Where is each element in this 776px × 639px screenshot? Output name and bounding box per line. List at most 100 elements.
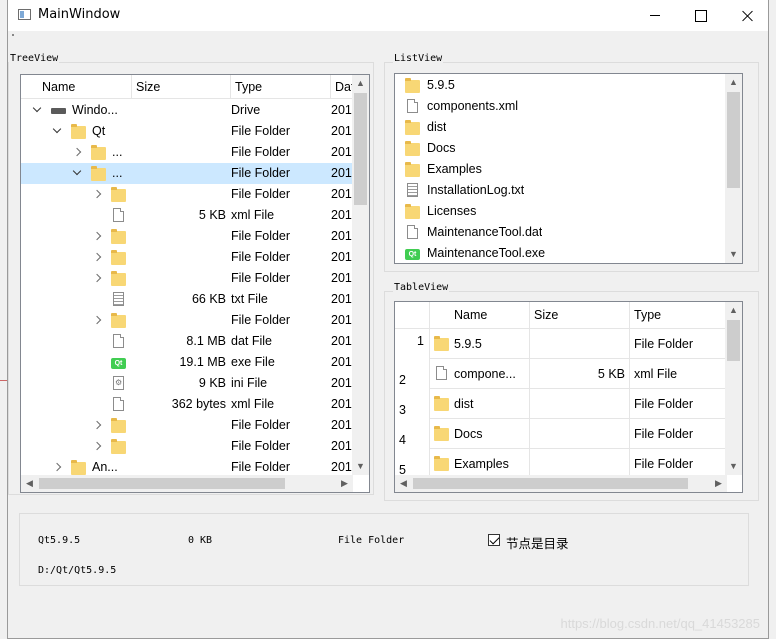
settings-file-icon xyxy=(113,376,124,390)
chevron-right-icon[interactable] xyxy=(91,415,103,436)
table-column-type[interactable]: Type xyxy=(630,302,727,329)
tree-view[interactable]: Name Size Type Date Windo... Drive 2019, Qt… xyxy=(20,74,370,493)
scroll-left-arrow-icon[interactable]: ◀ xyxy=(21,475,38,492)
tree-row[interactable]: File Folder 2018, xyxy=(21,436,361,457)
table-cell-name[interactable]: Docs xyxy=(430,419,530,449)
chevron-right-icon[interactable] xyxy=(71,142,83,163)
tree-row[interactable]: 9 KBini File2018, xyxy=(21,373,361,394)
tree-row[interactable]: File Folder 2018, xyxy=(21,415,361,436)
maximize-button[interactable] xyxy=(678,0,724,31)
tree-cell-type: ini File xyxy=(231,376,268,390)
tree-row[interactable]: ... File Folder 2018, xyxy=(21,163,361,184)
is-directory-checkbox[interactable] xyxy=(488,534,500,546)
list-item[interactable]: MaintenanceTool.dat xyxy=(395,222,725,243)
table-cell-size[interactable]: 5 KB xyxy=(530,359,630,389)
tree-horizontal-scrollbar[interactable]: ◀ ▶ xyxy=(21,475,353,492)
chevron-right-icon[interactable] xyxy=(91,310,103,331)
list-item[interactable]: Examples xyxy=(395,159,725,180)
chevron-down-icon[interactable] xyxy=(71,163,83,184)
tree-cell-name: Qt xyxy=(92,124,106,138)
list-item[interactable]: components.xml xyxy=(395,96,725,117)
close-button[interactable] xyxy=(724,0,770,31)
scroll-down-arrow-icon[interactable]: ▼ xyxy=(352,458,369,475)
table-horizontal-scrollbar[interactable]: ◀ ▶ xyxy=(395,475,727,492)
tree-row[interactable]: Windo... Drive 2019, xyxy=(21,100,361,121)
tree-row[interactable]: Qt File Folder 2018, xyxy=(21,121,361,142)
table-corner-button[interactable] xyxy=(395,302,430,329)
tree-row[interactable]: File Folder 2018, xyxy=(21,226,361,247)
chevron-right-icon[interactable] xyxy=(91,436,103,457)
table-cell-type[interactable]: File Folder xyxy=(630,419,727,449)
table-cell-name[interactable]: compone... xyxy=(430,359,530,389)
tree-row[interactable]: File Folder 2018, xyxy=(21,268,361,289)
table-row-header[interactable]: 1 xyxy=(395,329,430,359)
tree-column-size[interactable]: Size xyxy=(132,75,231,99)
list-item[interactable]: 5.9.5 xyxy=(395,75,725,96)
list-view[interactable]: 5.9.5 components.xml dist Docs Examples Insta… xyxy=(394,73,743,264)
table-cell-size[interactable] xyxy=(530,329,630,359)
tree-column-name[interactable]: Name xyxy=(21,75,132,99)
status-name-label: Qt5.9.5 xyxy=(38,535,81,546)
tree-row[interactable]: ... File Folder 2019, xyxy=(21,142,361,163)
tree-vertical-scrollbar[interactable]: ▲ ▼ xyxy=(352,75,369,475)
minimize-button[interactable] xyxy=(632,0,678,31)
table-cell-type[interactable]: File Folder xyxy=(630,389,727,419)
list-item[interactable]: dist xyxy=(395,117,725,138)
tree-column-type[interactable]: Type xyxy=(231,75,331,99)
chevron-right-icon[interactable] xyxy=(91,226,103,247)
list-item[interactable]: Qt MaintenanceTool.exe xyxy=(395,243,725,263)
table-column-name[interactable]: Name xyxy=(430,302,530,329)
table-view[interactable]: Name Size Type 1 5.9.5 File Folder 2 compone… xyxy=(394,301,743,493)
table-vertical-scrollbar[interactable]: ▲ ▼ xyxy=(725,302,742,475)
table-row-header[interactable]: 2 xyxy=(395,359,430,389)
table-cell-size[interactable] xyxy=(530,389,630,419)
scroll-left-arrow-icon[interactable]: ◀ xyxy=(395,475,412,492)
list-item[interactable]: InstallationLog.txt xyxy=(395,180,725,201)
list-item[interactable]: Docs xyxy=(395,138,725,159)
scroll-right-arrow-icon[interactable]: ▶ xyxy=(710,475,727,492)
list-item[interactable]: Licenses xyxy=(395,201,725,222)
tree-row[interactable]: 66 KB txt File 2019, xyxy=(21,289,361,310)
chevron-down-icon[interactable] xyxy=(31,100,43,121)
tree-row[interactable]: 8.1 MB dat File 2018, xyxy=(21,331,361,352)
table-cell-size[interactable] xyxy=(530,419,630,449)
table-cell-type[interactable]: xml File xyxy=(630,359,727,389)
tree-vertical-scroll-thumb[interactable] xyxy=(354,93,367,205)
tree-row[interactable]: File Folder 2018, xyxy=(21,184,361,205)
tree-row[interactable]: 5 KB xml File 2018, xyxy=(21,205,361,226)
chevron-down-icon[interactable] xyxy=(51,121,63,142)
chevron-right-icon[interactable] xyxy=(91,247,103,268)
scroll-down-arrow-icon[interactable]: ▼ xyxy=(725,458,742,475)
scroll-up-arrow-icon[interactable]: ▲ xyxy=(352,75,369,92)
table-cell-name[interactable]: dist xyxy=(430,389,530,419)
list-vertical-scroll-thumb[interactable] xyxy=(727,92,740,188)
folder-icon xyxy=(405,162,420,177)
table-cell-type[interactable]: File Folder xyxy=(630,329,727,359)
scroll-up-arrow-icon[interactable]: ▲ xyxy=(725,74,742,91)
tree-row[interactable]: File Folder 2018, xyxy=(21,310,361,331)
table-column-size[interactable]: Size xyxy=(530,302,630,329)
scroll-right-arrow-icon[interactable]: ▶ xyxy=(336,475,353,492)
tree-row[interactable]: File Folder 2018, xyxy=(21,247,361,268)
file-icon xyxy=(407,99,418,113)
scroll-up-arrow-icon[interactable]: ▲ xyxy=(725,302,742,319)
tree-cell-type: txt File xyxy=(231,292,268,306)
table-row-header[interactable]: 3 xyxy=(395,389,430,419)
tree-cell-size: 5 KB xyxy=(198,208,226,222)
tree-row[interactable]: 362 bytes xml File 2018, xyxy=(21,394,361,415)
chevron-right-icon[interactable] xyxy=(91,268,103,289)
scroll-down-arrow-icon[interactable]: ▼ xyxy=(725,246,742,263)
tree-horizontal-scroll-thumb[interactable] xyxy=(39,478,285,489)
chevron-right-icon[interactable] xyxy=(91,184,103,205)
file-icon xyxy=(113,397,124,411)
tree-cell-type: xml File xyxy=(231,208,275,222)
table-horizontal-scroll-thumb[interactable] xyxy=(413,478,688,489)
list-vertical-scrollbar[interactable]: ▲ ▼ xyxy=(725,74,742,263)
table-vertical-scroll-thumb[interactable] xyxy=(727,320,740,361)
table-row-header[interactable]: 4 xyxy=(395,419,430,449)
main-window: MainWindow TreeView Name Size Type Date … xyxy=(7,0,769,639)
tree-cell-size xyxy=(132,226,226,247)
tree-row[interactable]: Qt 19.1 MB exe File 2018, xyxy=(21,352,361,373)
folder-icon xyxy=(405,78,420,93)
table-cell-name[interactable]: 5.9.5 xyxy=(430,329,530,359)
